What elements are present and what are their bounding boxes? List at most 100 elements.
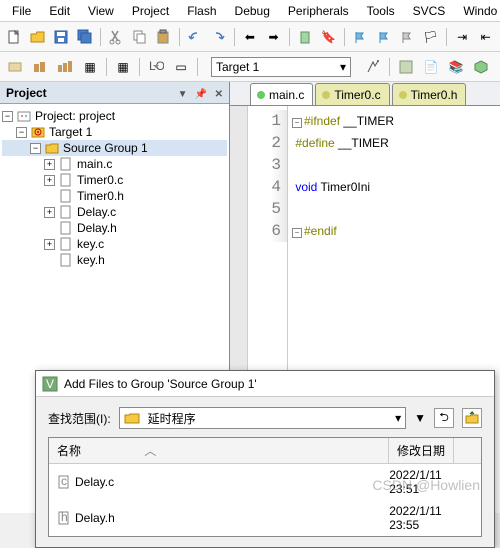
file-icon <box>58 253 74 267</box>
rebuild-icon[interactable] <box>54 56 76 78</box>
chevron-down-icon[interactable]: ▼ <box>414 411 426 425</box>
collapse-icon[interactable]: − <box>16 127 27 138</box>
tree-label: Timer0.c <box>77 173 123 187</box>
folder-icon <box>124 411 140 425</box>
new-file-icon[interactable] <box>4 26 25 48</box>
tree-file[interactable]: +key.c <box>2 236 227 252</box>
tree-file[interactable]: +Delay.c <box>2 204 227 220</box>
tree-file[interactable]: Delay.h <box>2 220 227 236</box>
file-list[interactable]: 名称 ︿ 修改日期 cDelay.c 2022/1/11 23:51 hDela… <box>48 437 482 537</box>
build-icon[interactable] <box>29 56 51 78</box>
tab-label: main.c <box>269 88 304 102</box>
tree-target[interactable]: − Target 1 <box>2 124 227 140</box>
nav-fwd-icon[interactable]: ➡ <box>263 26 284 48</box>
line-number: 3 <box>248 154 287 176</box>
menu-edit[interactable]: Edit <box>41 2 78 19</box>
target-value: Target 1 <box>216 60 259 74</box>
flag-prev-icon[interactable] <box>350 26 371 48</box>
close-icon[interactable]: ✕ <box>215 89 223 100</box>
tab-timer0-h[interactable]: Timer0.h <box>392 83 467 105</box>
tree-group[interactable]: − Source Group 1 <box>2 140 227 156</box>
download-icon[interactable]: LOAD <box>145 56 167 78</box>
tree-file[interactable]: + Timer0.c <box>2 172 227 188</box>
up-folder-button[interactable] <box>462 408 482 428</box>
nav-back-icon[interactable]: ⬅ <box>240 26 261 48</box>
file-name: Delay.c <box>75 475 114 489</box>
tree-label: key.h <box>77 253 105 267</box>
tree-file[interactable]: +main.c <box>2 156 227 172</box>
tab-timer0-c[interactable]: Timer0.c <box>315 83 389 105</box>
outdent-icon[interactable]: ⇤ <box>475 26 496 48</box>
target-icon <box>30 125 46 139</box>
stop-build-icon[interactable]: ▦ <box>112 56 134 78</box>
tree-root[interactable]: − Project: project <box>2 108 227 124</box>
tree-label: Target 1 <box>49 125 92 139</box>
line-number: 2 <box>248 132 287 154</box>
tree-file[interactable]: key.h <box>2 252 227 268</box>
open-icon[interactable] <box>28 26 49 48</box>
menu-project[interactable]: Project <box>124 2 177 19</box>
translate-icon[interactable] <box>4 56 26 78</box>
sort-icon: ︿ <box>144 444 156 458</box>
collapse-icon[interactable]: − <box>2 111 13 122</box>
redo-icon[interactable] <box>208 26 229 48</box>
lookin-combo[interactable]: 延时程序 ▾ <box>119 407 406 429</box>
cfile-icon: c <box>57 475 71 489</box>
file-icon <box>58 173 74 187</box>
indent-icon[interactable]: ⇥ <box>452 26 473 48</box>
batch-build-icon[interactable]: ▦ <box>79 56 101 78</box>
list-item[interactable]: hDelay.h 2022/1/11 23:55 <box>49 500 481 536</box>
list-header[interactable]: 名称 ︿ 修改日期 <box>49 438 481 464</box>
tree-file[interactable]: Timer0.h <box>2 188 227 204</box>
flag-clear-icon[interactable] <box>397 26 418 48</box>
file-dot-icon <box>257 91 265 99</box>
menu-debug[interactable]: Debug <box>227 2 278 19</box>
menu-file[interactable]: File <box>4 2 39 19</box>
menu-tools[interactable]: Tools <box>359 2 403 19</box>
separator <box>344 28 345 46</box>
flag-next-icon[interactable] <box>373 26 394 48</box>
back-button[interactable]: ⮌ <box>434 408 454 428</box>
pin-icon[interactable]: 📌 <box>195 89 207 100</box>
menu-view[interactable]: View <box>80 2 122 19</box>
save-all-icon[interactable] <box>75 26 96 48</box>
tab-main-c[interactable]: main.c <box>250 83 313 105</box>
project-panel-header: Project ▼ 📌 ✕ <box>0 82 229 104</box>
svg-text:V: V <box>46 377 54 391</box>
fold-icon[interactable]: − <box>292 118 302 128</box>
save-icon[interactable] <box>51 26 72 48</box>
expand-icon[interactable]: + <box>44 207 55 218</box>
collapse-icon[interactable]: − <box>30 143 41 154</box>
menu-peripherals[interactable]: Peripherals <box>280 2 357 19</box>
col-name[interactable]: 名称 ︿ <box>49 438 389 463</box>
file-dot-icon <box>322 91 330 99</box>
cut-icon[interactable] <box>106 26 127 48</box>
menu-flash[interactable]: Flash <box>179 2 224 19</box>
undo-icon[interactable] <box>185 26 206 48</box>
pack-icon[interactable] <box>470 56 492 78</box>
paste-icon[interactable] <box>153 26 174 48</box>
copy-icon[interactable] <box>130 26 151 48</box>
panel-title: Project <box>6 86 47 100</box>
manage-icon[interactable] <box>395 56 417 78</box>
fold-icon[interactable]: − <box>292 228 302 238</box>
file-ext-icon[interactable]: 📄 <box>420 56 442 78</box>
erase-icon[interactable]: ▭ <box>170 56 192 78</box>
svg-text:c: c <box>61 475 67 488</box>
menu-svcs[interactable]: SVCS <box>405 2 454 19</box>
expand-icon[interactable]: + <box>44 175 55 186</box>
panel-menu-icon[interactable]: ▼ <box>178 89 188 100</box>
list-item[interactable]: cDelay.c 2022/1/11 23:51 <box>49 464 481 500</box>
expand-icon[interactable]: + <box>44 239 55 250</box>
separator <box>179 28 180 46</box>
bookmark-toggle-icon[interactable]: 🔖 <box>318 26 339 48</box>
col-date[interactable]: 修改日期 <box>389 438 454 463</box>
dialog-titlebar[interactable]: V Add Files to Group 'Source Group 1' <box>36 371 494 397</box>
books-icon[interactable]: 📚 <box>445 56 467 78</box>
bookmark-icon[interactable] <box>295 26 316 48</box>
expand-icon[interactable]: + <box>44 159 55 170</box>
target-selector[interactable]: Target 1 ▾ <box>211 57 351 77</box>
options-icon[interactable] <box>362 56 384 78</box>
flag-all-icon[interactable]: 🏳 <box>420 26 441 48</box>
menu-window[interactable]: Windo <box>455 2 500 19</box>
